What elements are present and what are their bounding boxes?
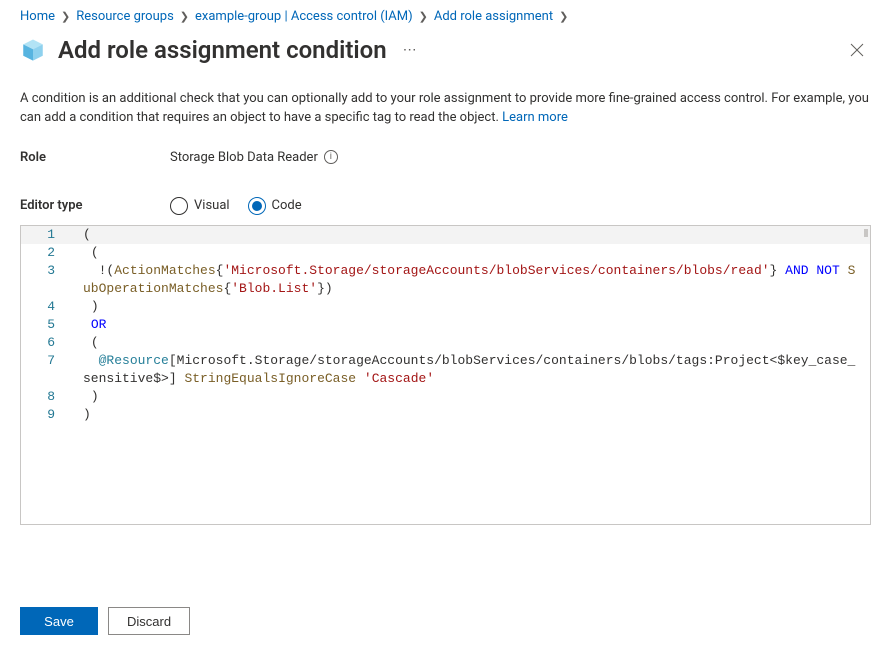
code-line[interactable]: 3 !(ActionMatches{'Microsoft.Storage/sto… bbox=[21, 262, 870, 298]
chevron-right-icon: ❯ bbox=[180, 10, 189, 23]
code-text[interactable]: OR bbox=[83, 316, 870, 334]
close-icon bbox=[850, 43, 864, 57]
cube-icon bbox=[20, 37, 46, 63]
code-text[interactable]: ) bbox=[83, 298, 870, 316]
code-text[interactable]: ( bbox=[83, 244, 870, 262]
line-number: 2 bbox=[21, 244, 69, 262]
code-line[interactable]: 5 OR bbox=[21, 316, 870, 334]
line-number: 9 bbox=[21, 406, 69, 424]
radio-code[interactable]: Code bbox=[248, 197, 302, 215]
chevron-right-icon: ❯ bbox=[61, 10, 70, 23]
more-actions-icon[interactable]: ⋯ bbox=[403, 42, 418, 58]
code-line[interactable]: 2 ( bbox=[21, 244, 870, 262]
radio-button-icon bbox=[170, 197, 188, 215]
code-line[interactable]: 4 ) bbox=[21, 298, 870, 316]
info-icon[interactable]: i bbox=[324, 150, 338, 164]
code-text[interactable]: ( bbox=[83, 334, 870, 352]
code-line[interactable]: 9) bbox=[21, 406, 870, 424]
radio-button-icon bbox=[248, 197, 266, 215]
intro-text: A condition is an additional check that … bbox=[20, 90, 871, 128]
line-number: 1 bbox=[21, 226, 69, 244]
radio-code-label: Code bbox=[272, 198, 302, 213]
code-editor[interactable]: 1(2 (3 !(ActionMatches{'Microsoft.Storag… bbox=[20, 225, 871, 525]
editor-type-label: Editor type bbox=[20, 198, 170, 213]
line-number: 7 bbox=[21, 352, 69, 370]
breadcrumb-item-home[interactable]: Home bbox=[20, 9, 55, 24]
breadcrumb-item-iam[interactable]: example-group | Access control (IAM) bbox=[195, 9, 413, 24]
breadcrumb-item-resource-groups[interactable]: Resource groups bbox=[76, 9, 174, 24]
code-text[interactable]: ( bbox=[83, 226, 870, 244]
code-line[interactable]: 1( bbox=[21, 226, 870, 244]
breadcrumb-item-add-role[interactable]: Add role assignment bbox=[434, 9, 553, 24]
learn-more-link[interactable]: Learn more bbox=[502, 110, 568, 125]
page-title: Add role assignment condition bbox=[58, 36, 387, 64]
code-line[interactable]: 6 ( bbox=[21, 334, 870, 352]
radio-visual-label: Visual bbox=[194, 198, 230, 213]
radio-visual[interactable]: Visual bbox=[170, 197, 230, 215]
title-row: Add role assignment condition ⋯ bbox=[0, 32, 891, 74]
line-number: 6 bbox=[21, 334, 69, 352]
discard-button[interactable]: Discard bbox=[108, 607, 190, 635]
code-text[interactable]: @Resource[Microsoft.Storage/storageAccou… bbox=[83, 352, 870, 388]
code-line[interactable]: 7 @Resource[Microsoft.Storage/storageAcc… bbox=[21, 352, 870, 388]
editor-type-field: Editor type Visual Code bbox=[20, 197, 871, 215]
close-button[interactable] bbox=[843, 36, 871, 64]
scrollbar-marker bbox=[864, 229, 868, 237]
breadcrumb: Home ❯ Resource groups ❯ example-group |… bbox=[0, 0, 891, 32]
code-line[interactable]: 8 ) bbox=[21, 388, 870, 406]
line-number: 5 bbox=[21, 316, 69, 334]
chevron-right-icon: ❯ bbox=[419, 10, 428, 23]
editor-type-radio-group: Visual Code bbox=[170, 197, 302, 215]
line-number: 8 bbox=[21, 388, 69, 406]
line-number: 4 bbox=[21, 298, 69, 316]
chevron-right-icon: ❯ bbox=[559, 10, 568, 23]
code-text[interactable]: ) bbox=[83, 406, 870, 424]
role-value: Storage Blob Data Reader bbox=[170, 150, 318, 165]
code-text[interactable]: !(ActionMatches{'Microsoft.Storage/stora… bbox=[83, 262, 870, 298]
save-button[interactable]: Save bbox=[20, 607, 98, 635]
code-text[interactable]: ) bbox=[83, 388, 870, 406]
line-number: 3 bbox=[21, 262, 69, 280]
footer: Save Discard bbox=[0, 607, 891, 635]
role-field: Role Storage Blob Data Reader i bbox=[20, 150, 871, 165]
role-label: Role bbox=[20, 150, 170, 165]
